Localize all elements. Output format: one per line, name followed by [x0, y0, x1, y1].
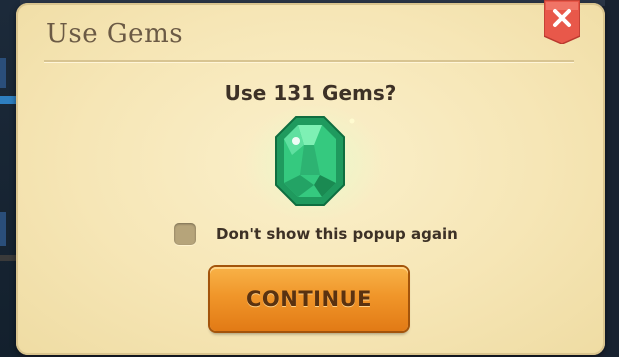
use-gems-popup: Use Gems Use 131 Gems? Don't show this p…: [16, 0, 605, 355]
popup-title: Use Gems: [46, 19, 184, 49]
title-divider: [44, 60, 574, 62]
confirm-question: Use 131 Gems?: [224, 81, 397, 105]
gem-icon: [275, 116, 345, 206]
continue-button[interactable]: CONTINUE: [210, 267, 408, 331]
background-game-right: [605, 0, 619, 357]
sparkle-icon: [349, 118, 355, 124]
dont-show-again-checkbox[interactable]: [174, 223, 196, 245]
dont-show-again-option[interactable]: Don't show this popup again: [174, 221, 458, 247]
dont-show-again-label: Don't show this popup again: [216, 225, 458, 243]
background-panel-edge: [0, 212, 6, 246]
continue-button-label: CONTINUE: [246, 287, 372, 311]
close-button[interactable]: [544, 0, 580, 44]
close-icon: [544, 0, 580, 44]
background-panel-edge: [0, 58, 6, 88]
